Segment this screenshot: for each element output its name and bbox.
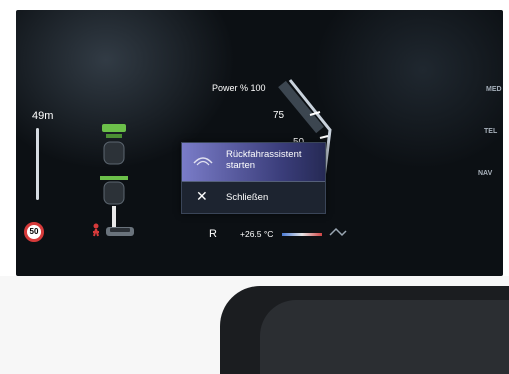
menu-item-navigation[interactable]: NAV <box>478 170 492 177</box>
pedestrian-warning-icon <box>93 223 134 237</box>
drive-mode-bar <box>282 233 322 236</box>
gauge-tick-75: 75 <box>273 110 285 121</box>
context-popup: Rückfahrassistent starten ✕ Schließen <box>181 142 326 214</box>
gear-indicator: R <box>209 228 217 240</box>
reverse-assist-icon <box>193 157 213 166</box>
outside-temperature: +26.5 °C <box>240 229 274 239</box>
menu-item-phone[interactable]: TEL <box>484 128 497 135</box>
photo-frame: 49m Power % 100 75 50 <box>0 0 509 374</box>
instrument-cluster-screen: 49m Power % 100 75 50 <box>16 10 503 276</box>
distance-readout: 49m <box>32 110 54 122</box>
power-label: Power % 100 <box>212 83 266 93</box>
close-label: Schließen <box>226 192 269 203</box>
menu-item-media[interactable]: MED <box>486 86 502 93</box>
close-icon: ✕ <box>196 188 208 204</box>
parking-sensor-visual <box>100 124 128 228</box>
start-reverse-assist-item[interactable]: Rückfahrassistent starten <box>182 143 325 181</box>
start-reverse-assist-label: Rückfahrassistent starten <box>226 149 302 171</box>
dashboard-vent <box>260 300 509 374</box>
distance-bar <box>36 128 39 200</box>
speed-limit-sign: 50 <box>24 222 44 242</box>
eco-drive-icon <box>329 227 347 237</box>
close-popup-item[interactable]: ✕ Schließen <box>182 182 325 213</box>
speed-limit-value: 50 <box>29 227 39 236</box>
